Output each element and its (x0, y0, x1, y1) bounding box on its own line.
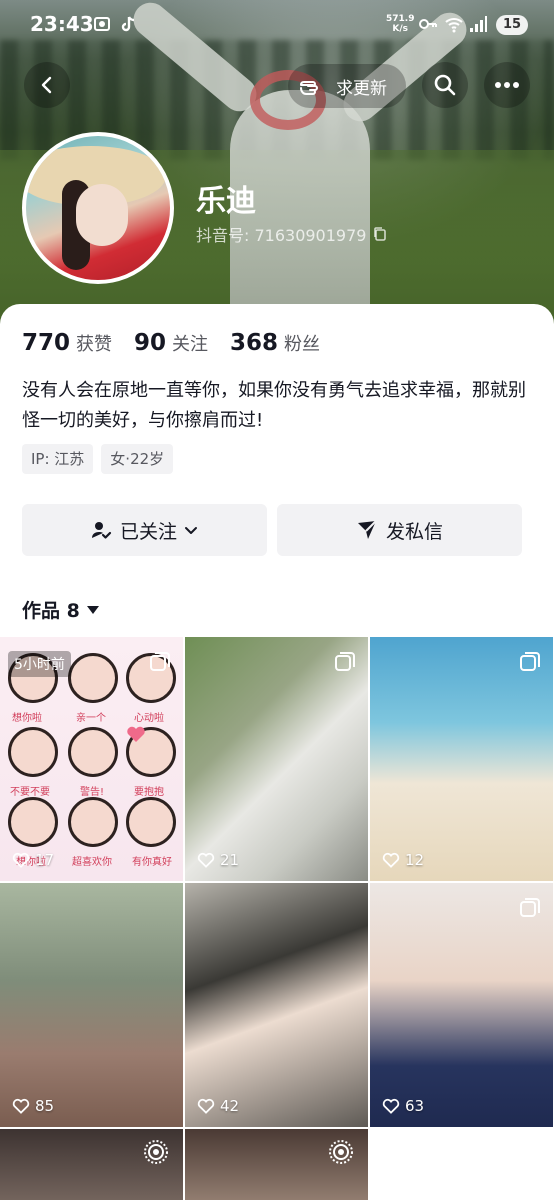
time-badge: 5小时前 (8, 651, 71, 677)
stat-likes-value: 770 (22, 330, 71, 356)
heart-outline-icon (382, 852, 400, 868)
status-time: 23:43 (30, 12, 94, 36)
like-count-value: 85 (35, 1097, 55, 1115)
multi-image-icon (520, 898, 540, 917)
like-count-value: 63 (405, 1097, 425, 1115)
sticker-label: 亲一个 (76, 713, 106, 724)
video-thumbnail[interactable] (185, 1129, 368, 1200)
more-button[interactable] (484, 62, 530, 108)
request-update-button[interactable]: 求更新 (288, 64, 406, 108)
sticker-label: 想你啦 (12, 713, 42, 724)
stat-likes-label: 获赞 (76, 334, 113, 355)
heart-outline-icon (12, 1098, 30, 1114)
stat-followers-value: 368 (230, 330, 279, 356)
sticker-face (8, 727, 58, 777)
multi-image-icon (335, 652, 355, 671)
heart-sticker-icon (127, 726, 145, 742)
heart-outline-icon (12, 852, 30, 868)
sticker-label: 超喜欢你 (72, 857, 112, 868)
stat-followers-label: 粉丝 (284, 334, 321, 355)
tiktok-icon (121, 16, 135, 32)
sticker-face (68, 797, 118, 847)
back-button[interactable] (24, 62, 70, 108)
nickname: 乐迪 (196, 184, 256, 219)
chevron-left-icon (41, 76, 52, 94)
sticker-face (126, 797, 176, 847)
followed-button-label: 已关注 (119, 520, 177, 543)
douyin-id[interactable]: 抖音号: 71630901979 (196, 222, 388, 246)
like-count: 21 (197, 851, 239, 869)
avatar[interactable] (22, 132, 174, 284)
stat-likes[interactable]: 770 获赞 (22, 330, 112, 356)
like-count: 85 (12, 1097, 54, 1115)
ip-location-tag: IP: 江苏 (22, 444, 94, 474)
douyin-id-text: 抖音号: 71630901979 (196, 226, 367, 245)
chevron-down-icon (185, 527, 197, 534)
video-thumbnail[interactable]: 85 (0, 883, 183, 1127)
caret-down-icon (86, 605, 99, 614)
video-thumbnail[interactable] (0, 1129, 183, 1200)
avatar-face (76, 184, 128, 246)
video-thumbnail[interactable]: 21 (185, 637, 368, 881)
video-thumbnail[interactable]: 想你啦 亲一个 心动啦 不要不要 警告! 要抱抱 想你啦 超喜欢你 有你真好 5… (0, 637, 183, 881)
wifi-icon (445, 18, 463, 33)
followed-button[interactable]: 已关注 (22, 504, 267, 556)
stat-following-label: 关注 (172, 334, 209, 355)
like-count: 63 (382, 1097, 424, 1115)
profile-tags: IP: 江苏 女·22岁 (22, 444, 181, 474)
heart-outline-icon (197, 852, 215, 868)
search-button[interactable] (422, 62, 468, 108)
profile-panel: 770 获赞 90 关注 368 粉丝 没有人会在原地一直等你，如果你没有勇气去… (0, 304, 554, 1200)
video-thumbnail[interactable]: 63 (370, 883, 553, 1127)
profile-stats: 770 获赞 90 关注 368 粉丝 (22, 330, 342, 356)
like-count-value: 12 (405, 851, 425, 869)
sticker-label: 有你真好 (132, 857, 172, 868)
request-update-label: 求更新 (336, 78, 387, 99)
multi-image-icon (150, 652, 170, 671)
user-check-icon (91, 522, 112, 539)
like-count: 42 (197, 1097, 239, 1115)
like-count-value: 17 (35, 851, 55, 869)
send-icon (357, 520, 377, 539)
stat-following[interactable]: 90 关注 (134, 330, 208, 356)
video-thumbnail[interactable]: 12 (370, 637, 553, 881)
sticker-label: 要抱抱 (134, 787, 164, 798)
sticker-label: 心动啦 (134, 713, 164, 724)
heart-outline-icon (382, 1098, 400, 1114)
like-count-value: 21 (220, 851, 240, 869)
works-tab-label: 作品 8 (22, 600, 80, 622)
signal-icon (470, 16, 487, 32)
stat-followers[interactable]: 368 粉丝 (230, 330, 320, 356)
sticker-face (68, 727, 118, 777)
sticker-label: 警告! (80, 787, 105, 798)
works-tab[interactable]: 作品 8 (22, 596, 100, 623)
heart-outline-icon (197, 1098, 215, 1114)
like-count-value: 42 (220, 1097, 240, 1115)
more-dots-icon (495, 82, 519, 88)
copy-icon[interactable] (372, 226, 388, 242)
sticker-face (8, 797, 58, 847)
sticker-label: 不要不要 (10, 787, 50, 798)
like-count: 17 (12, 851, 54, 869)
send-message-button[interactable]: 发私信 (277, 504, 522, 556)
pointing-hand-icon (300, 81, 318, 95)
stat-following-value: 90 (134, 330, 167, 356)
gender-age-tag: 女·22岁 (101, 444, 174, 474)
network-speed: 571.9 K/s (386, 14, 415, 34)
send-message-label: 发私信 (385, 520, 443, 543)
screenshot-icon (94, 17, 110, 31)
profile-bio: 没有人会在原地一直等你，如果你没有勇气去追求幸福，那就别怪一切的美好，与你擦肩而… (22, 380, 526, 431)
multi-image-icon (520, 652, 540, 671)
video-thumbnail[interactable]: 42 (185, 883, 368, 1127)
live-photo-icon (144, 1140, 168, 1164)
like-count: 12 (382, 851, 424, 869)
status-bar: 23:43 571.9 K/s 15 (0, 0, 554, 50)
battery-indicator: 15 (496, 15, 528, 35)
search-icon (434, 74, 456, 96)
key-icon (419, 19, 437, 29)
live-photo-icon (329, 1140, 353, 1164)
sticker-face (68, 653, 118, 703)
